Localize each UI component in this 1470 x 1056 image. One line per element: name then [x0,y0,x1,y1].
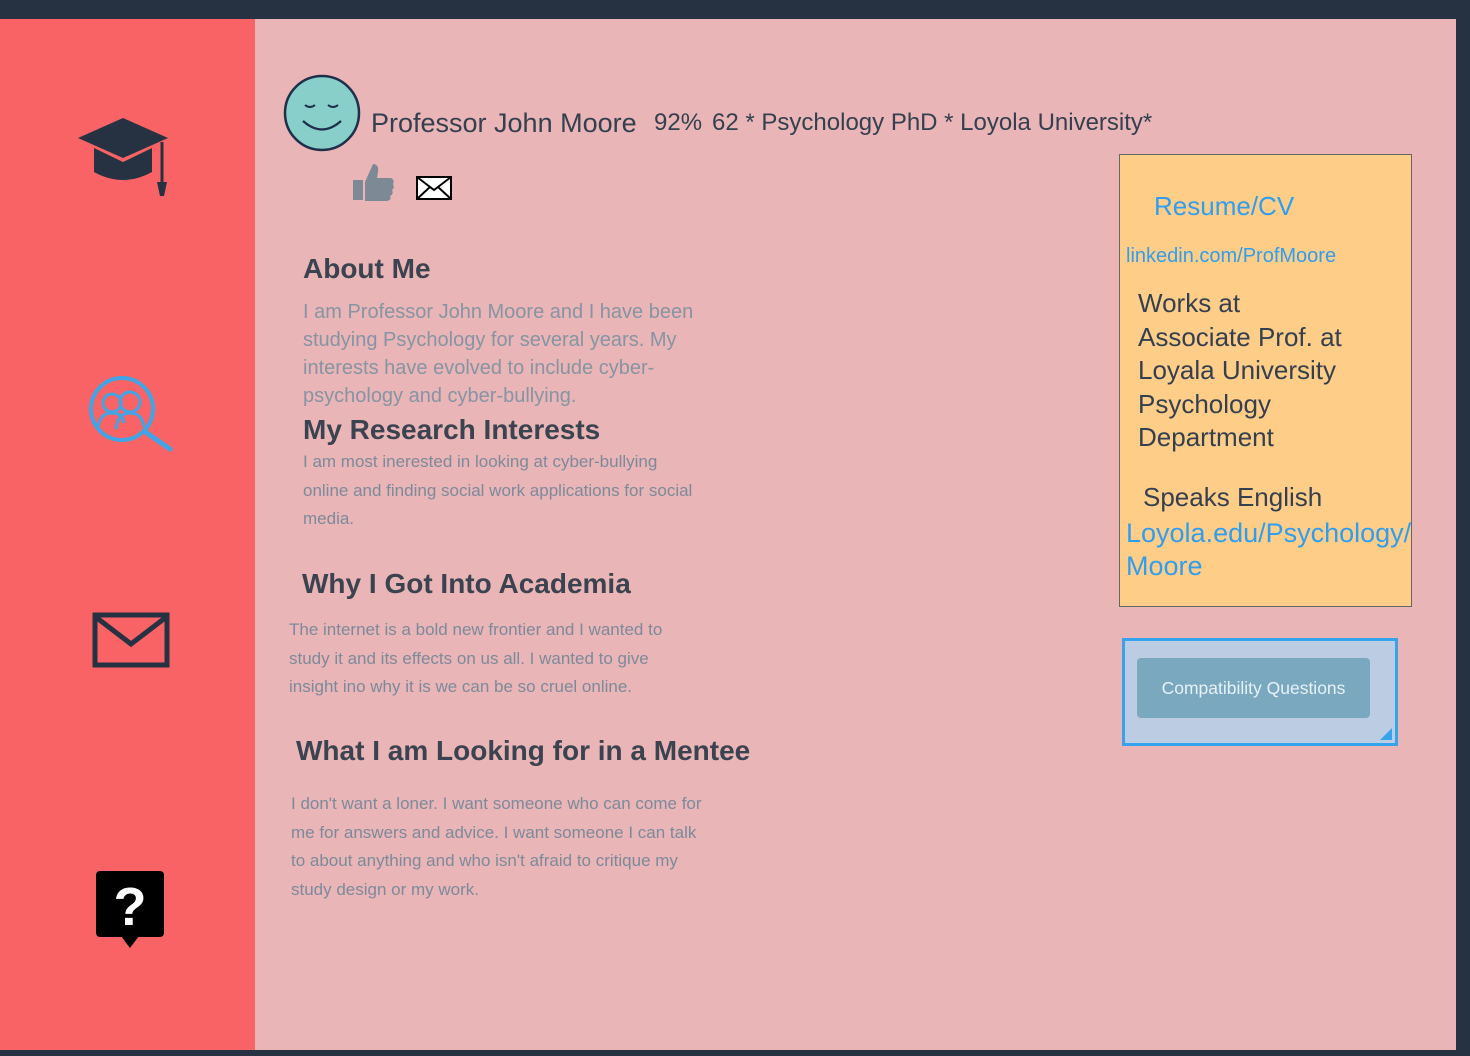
research-heading: My Research Interests [303,414,601,445]
help-icon[interactable]: ? [95,870,165,955]
info-box: Resume/CV linkedin.com/ProfMoore Works a… [1119,154,1412,607]
website-line: Moore [1126,551,1203,581]
mentee-text: I don't want a loner. I want someone who… [291,794,702,899]
resume-link[interactable]: Resume/CV [1154,191,1294,222]
works-line: Department [1138,422,1274,452]
website-line: Loyola.edu/Psychology/ [1126,518,1412,548]
resize-handle-icon[interactable] [1380,728,1392,740]
profile-name: Professor John Moore [371,108,637,138]
linkedin-link[interactable]: linkedin.com/ProfMoore [1126,245,1336,268]
profile-stats: 92% 62 * Psychology PhD * Loyola Universi… [654,109,1162,137]
speaks-language: Speaks English [1143,482,1323,512]
about-heading: About Me [303,253,431,284]
smiley-face-icon [283,74,361,152]
compatibility-questions-button[interactable]: Compatibility Questions [1137,658,1370,718]
works-line: Psychology [1138,388,1271,419]
works-line: Loyala University [1138,355,1336,385]
compatibility-panel: Compatibility Questions [1122,638,1398,746]
thumbs-up-icon[interactable] [351,160,395,209]
mail-icon[interactable] [92,612,170,673]
works-at: Works at Associate Prof. at Loyala Unive… [1138,287,1342,455]
profile-details: 62 * Psychology PhD * Loyola University* [712,109,1153,136]
works-line: Associate Prof. at [1138,321,1342,352]
research-text: I am most inerested in looking at cyber-… [303,452,693,528]
match-percent: 92% [654,109,703,136]
website-link[interactable]: Loyola.edu/Psychology/ Moore [1126,517,1411,583]
search-people-icon[interactable] [88,375,174,458]
window-bottom-edge [0,1050,1470,1056]
mentee-heading: What I am Looking for in a Mentee [296,735,751,766]
sidebar: ? [0,19,255,1050]
envelope-icon[interactable] [416,176,452,205]
academia-heading: Why I Got Into Academia [302,568,631,599]
graduation-cap-icon[interactable] [76,116,170,205]
svg-text:?: ? [114,877,147,937]
window-right-edge [1456,19,1470,1056]
window-top-bar [0,0,1470,19]
works-line: Works at [1138,288,1241,318]
academia-text: The internet is a bold new frontier and … [289,620,663,696]
about-text: I am Professor John Moore and I have bee… [303,301,694,407]
